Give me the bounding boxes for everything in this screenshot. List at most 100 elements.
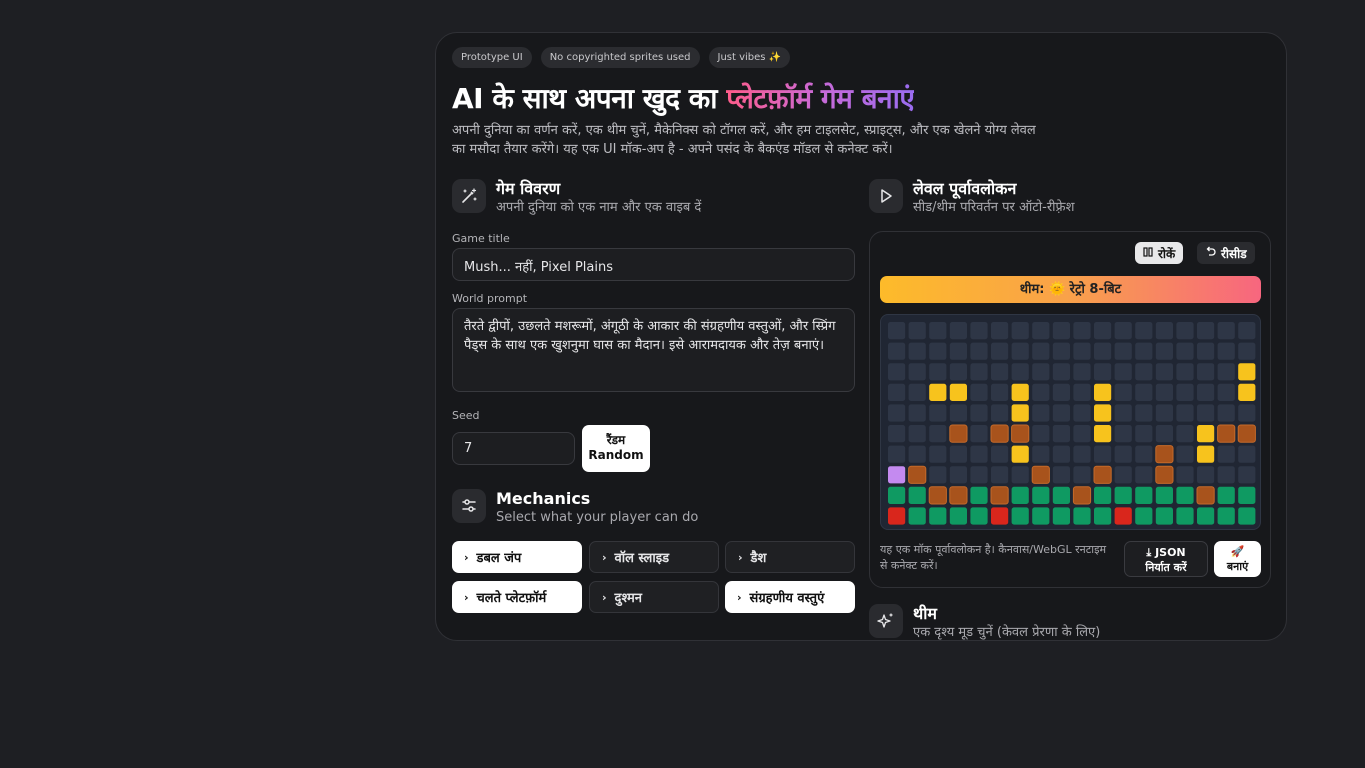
mechanic-double-jump[interactable]: › डबल जंप [452,541,582,573]
mechanic-collectibles[interactable]: › संग्रहणीय वस्तुएं [725,581,855,613]
page-title-plain: AI के साथ अपना खुद का [452,82,727,115]
seed-label: Seed [452,409,480,422]
tile-brick [1031,465,1050,484]
mechanic-wall-slide[interactable]: › वॉल स्लाइड [589,541,719,573]
tile-empty [908,383,926,401]
tile-empty [1155,363,1173,381]
random-line1: रैंडम [606,433,626,447]
tile-brick [949,424,968,443]
preview-title: लेवल पूर्वावलोकन [913,179,1017,198]
tile-empty [1176,466,1194,484]
tile-empty [929,322,947,340]
reseed-button[interactable]: रीसीड [1197,242,1255,264]
tile-empty [908,445,926,463]
mechanic-label: डबल जंप [476,551,522,566]
tile-empty [1052,383,1070,401]
tile-grass [1011,486,1029,504]
theme-title: थीम [913,604,937,623]
build-label: बनाएं [1226,560,1249,573]
tile-empty [1011,342,1029,360]
tile-empty [1073,322,1091,340]
tile-empty [970,466,988,484]
mechanic-dash[interactable]: › डैश [725,541,855,573]
tile-empty [1073,404,1091,422]
tile-empty [1217,342,1235,360]
seed-input[interactable]: 7 [452,432,575,465]
theme-banner: थीम: 🌞 रेट्रो 8-बिट [880,276,1261,303]
mechanics-subtitle: Select what your player can do [496,510,699,525]
tile-empty [970,445,988,463]
tile-empty [1176,425,1194,443]
mechanic-label: डैश [750,551,767,566]
world-prompt-textarea[interactable]: तैरते द्वीपों, उछलते मशरूमों, अंगूठी के … [452,308,855,392]
tile-empty [970,425,988,443]
tile-empty [908,363,926,381]
tile-empty [908,342,926,360]
tile-empty [991,466,1009,484]
tile-empty [1217,383,1235,401]
export-json-button[interactable]: ⤓ JSON निर्यात करें [1124,541,1208,577]
mechanic-moving-platforms[interactable]: › चलते प्लेटफ़ॉर्म [452,581,582,613]
theme-header: थीम एक दृश्य मूड चुनें (केवल प्रेरणा के … [869,604,1101,640]
tile-empty [1217,466,1235,484]
tile-hazard [888,507,906,525]
tile-empty [1135,404,1153,422]
tile-grass [1011,507,1029,525]
tile-brick [949,486,968,505]
random-seed-button[interactable]: रैंडम Random [582,425,650,472]
pause-button[interactable]: रोकें [1135,242,1184,264]
tile-grass [1217,486,1235,504]
tile-empty [888,445,906,463]
tile-empty [1155,322,1173,340]
mechanic-enemies[interactable]: › दुश्मन [589,581,719,613]
tile-empty [949,404,967,422]
tile-brick [1155,445,1174,464]
random-line2: Random [588,448,644,462]
description-title: गेम विवरण [496,179,561,198]
tile-empty [1011,363,1029,381]
tile-empty [1197,383,1215,401]
tile-grass [1073,507,1091,525]
tile-empty [929,425,947,443]
tile-empty [1073,342,1091,360]
tile-empty [908,322,926,340]
tile-brick [928,486,947,505]
tile-coin [1094,425,1112,443]
tile-coin [949,383,967,401]
tile-grass [949,507,967,525]
tile-empty [1114,466,1132,484]
tile-empty [1135,383,1153,401]
tile-player [888,466,906,484]
tile-empty [1114,322,1132,340]
tile-grass [1176,486,1194,504]
tile-grass [1114,486,1132,504]
tile-empty [1238,404,1256,422]
tile-empty [1135,322,1153,340]
tile-coin [1094,404,1112,422]
tile-empty [888,342,906,360]
theme-subtitle: एक दृश्य मूड चुनें (केवल प्रेरणा के लिए) [913,625,1101,640]
tile-empty [1052,404,1070,422]
tile-empty [949,466,967,484]
tile-empty [949,363,967,381]
tile-empty [929,404,947,422]
description-subtitle: अपनी दुनिया को एक नाम और एक वाइब दें [496,200,702,215]
description-header: गेम विवरण अपनी दुनिया को एक नाम और एक वा… [452,179,701,217]
tile-grass [1135,507,1153,525]
tile-empty [1094,322,1112,340]
tile-empty [1073,466,1091,484]
tile-grass [1238,507,1256,525]
tile-coin [1094,383,1112,401]
level-preview-panel: रोकें रीसीड थीम: 🌞 रेट्रो 8-बिट यह एक मॉ… [869,231,1271,588]
game-title-input[interactable]: Mush... नहीं, Pixel Plains [452,248,855,281]
tile-empty [1011,322,1029,340]
tile-empty [1011,466,1029,484]
tile-empty [970,404,988,422]
tile-empty [1176,404,1194,422]
tile-empty [1155,404,1173,422]
builder-card: Prototype UI No copyrighted sprites used… [435,32,1287,641]
build-button[interactable]: 🚀 बनाएं [1214,541,1261,577]
tile-coin [1238,383,1256,401]
tile-brick [990,424,1009,443]
page-title-accent: प्लेटफ़ॉर्म गेम बनाएं [726,82,915,115]
